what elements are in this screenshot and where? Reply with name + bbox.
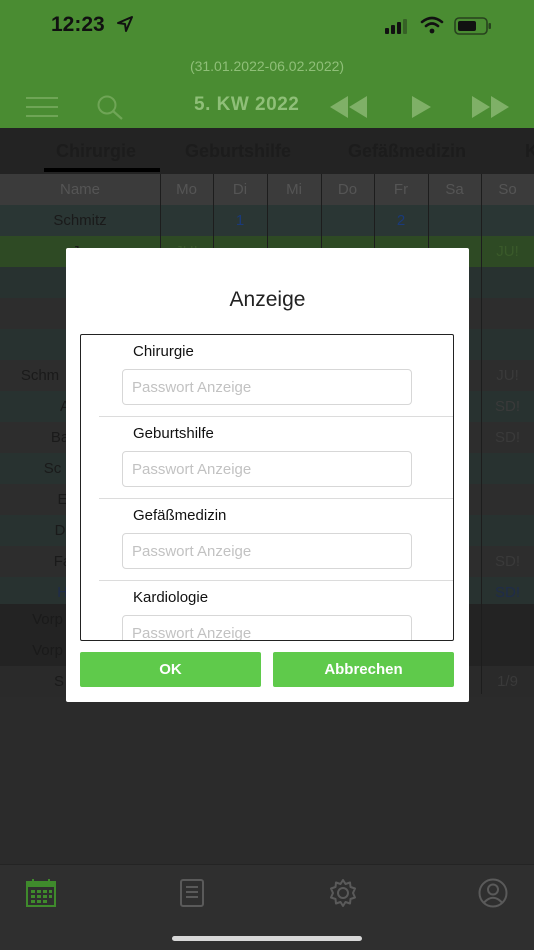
dialog-title: Anzeige: [229, 288, 306, 311]
section-label: Gefäßmedizin: [133, 507, 227, 524]
week-label: 5. KW 2022: [194, 94, 300, 115]
password-input-gefaessmedizin[interactable]: [122, 533, 412, 569]
app-header: 12:23 (31.01.2022-06.02.2022) 5. KW 2022: [0, 0, 534, 128]
row-cell: JU!: [496, 243, 519, 260]
row-cell: 2: [396, 212, 406, 229]
toolbar: 5. KW 2022: [0, 88, 534, 124]
password-input-chirurgie[interactable]: [122, 369, 412, 405]
password-section-chirurgie: Chirurgie: [81, 335, 453, 417]
password-input-geburtshilfe[interactable]: [122, 451, 412, 487]
tab-geburtshilfe[interactable]: Geburtshilfe: [185, 141, 291, 162]
battery-icon: [454, 17, 491, 35]
tab-chirurgie[interactable]: Chirurgie: [56, 141, 136, 162]
cellular-signal-icon: [385, 19, 407, 34]
document-icon[interactable]: [180, 879, 204, 907]
status-bar: 12:23: [0, 0, 534, 54]
column-divider: [481, 174, 482, 694]
tab-k[interactable]: K: [525, 141, 534, 162]
column-header: Sa: [445, 181, 464, 198]
tab-gefaessmedizin[interactable]: Gefäßmedizin: [348, 141, 466, 162]
user-icon[interactable]: [478, 878, 508, 908]
password-dialog: Anzeige Chirurgie Geburtshilfe Gefäßmedi…: [66, 248, 469, 702]
column-header: Fr: [393, 181, 409, 198]
section-label: Chirurgie: [133, 343, 194, 360]
password-section-gefaessmedizin: Gefäßmedizin: [81, 499, 453, 581]
active-tab-indicator: [44, 168, 160, 172]
ok-button[interactable]: OK: [80, 652, 261, 687]
menu-icon[interactable]: [26, 96, 58, 118]
password-section-geburtshilfe: Geburtshilfe: [81, 417, 453, 499]
row-cell: JU!: [496, 367, 519, 384]
password-list[interactable]: Chirurgie Geburtshilfe Gefäßmedizin Kard…: [80, 334, 454, 641]
search-icon[interactable]: [96, 94, 124, 120]
row-cell: SD!: [494, 553, 520, 570]
row-cell: 1: [235, 212, 245, 229]
row-cell: SD!: [494, 429, 520, 446]
password-input-kardiologie[interactable]: [122, 615, 412, 640]
column-header: Mi: [286, 181, 302, 198]
status-time: 12:23: [51, 13, 105, 36]
section-label: Kardiologie: [133, 589, 209, 606]
column-header: Di: [232, 181, 248, 198]
column-header: Name: [59, 181, 100, 198]
rewind-icon[interactable]: [330, 96, 368, 118]
row-cell: 1/9: [497, 673, 518, 690]
play-icon[interactable]: [410, 96, 432, 118]
home-indicator: [172, 936, 362, 941]
row-cell: SD!: [494, 398, 520, 415]
column-header: So: [498, 181, 517, 198]
password-section-kardiologie: Kardiologie: [81, 581, 453, 640]
section-label: Geburtshilfe: [133, 425, 214, 442]
column-header: Mo: [176, 181, 197, 198]
cancel-button[interactable]: Abbrechen: [273, 652, 454, 687]
row-name: Schmitz: [53, 212, 107, 229]
date-range: (31.01.2022-06.02.2022): [189, 58, 345, 74]
fast-forward-icon[interactable]: [472, 96, 510, 118]
calendar-icon[interactable]: [26, 879, 56, 907]
location-arrow-icon: [117, 16, 133, 32]
column-header: Do: [337, 181, 358, 198]
wifi-icon: [420, 16, 444, 34]
gear-icon[interactable]: [328, 878, 358, 908]
